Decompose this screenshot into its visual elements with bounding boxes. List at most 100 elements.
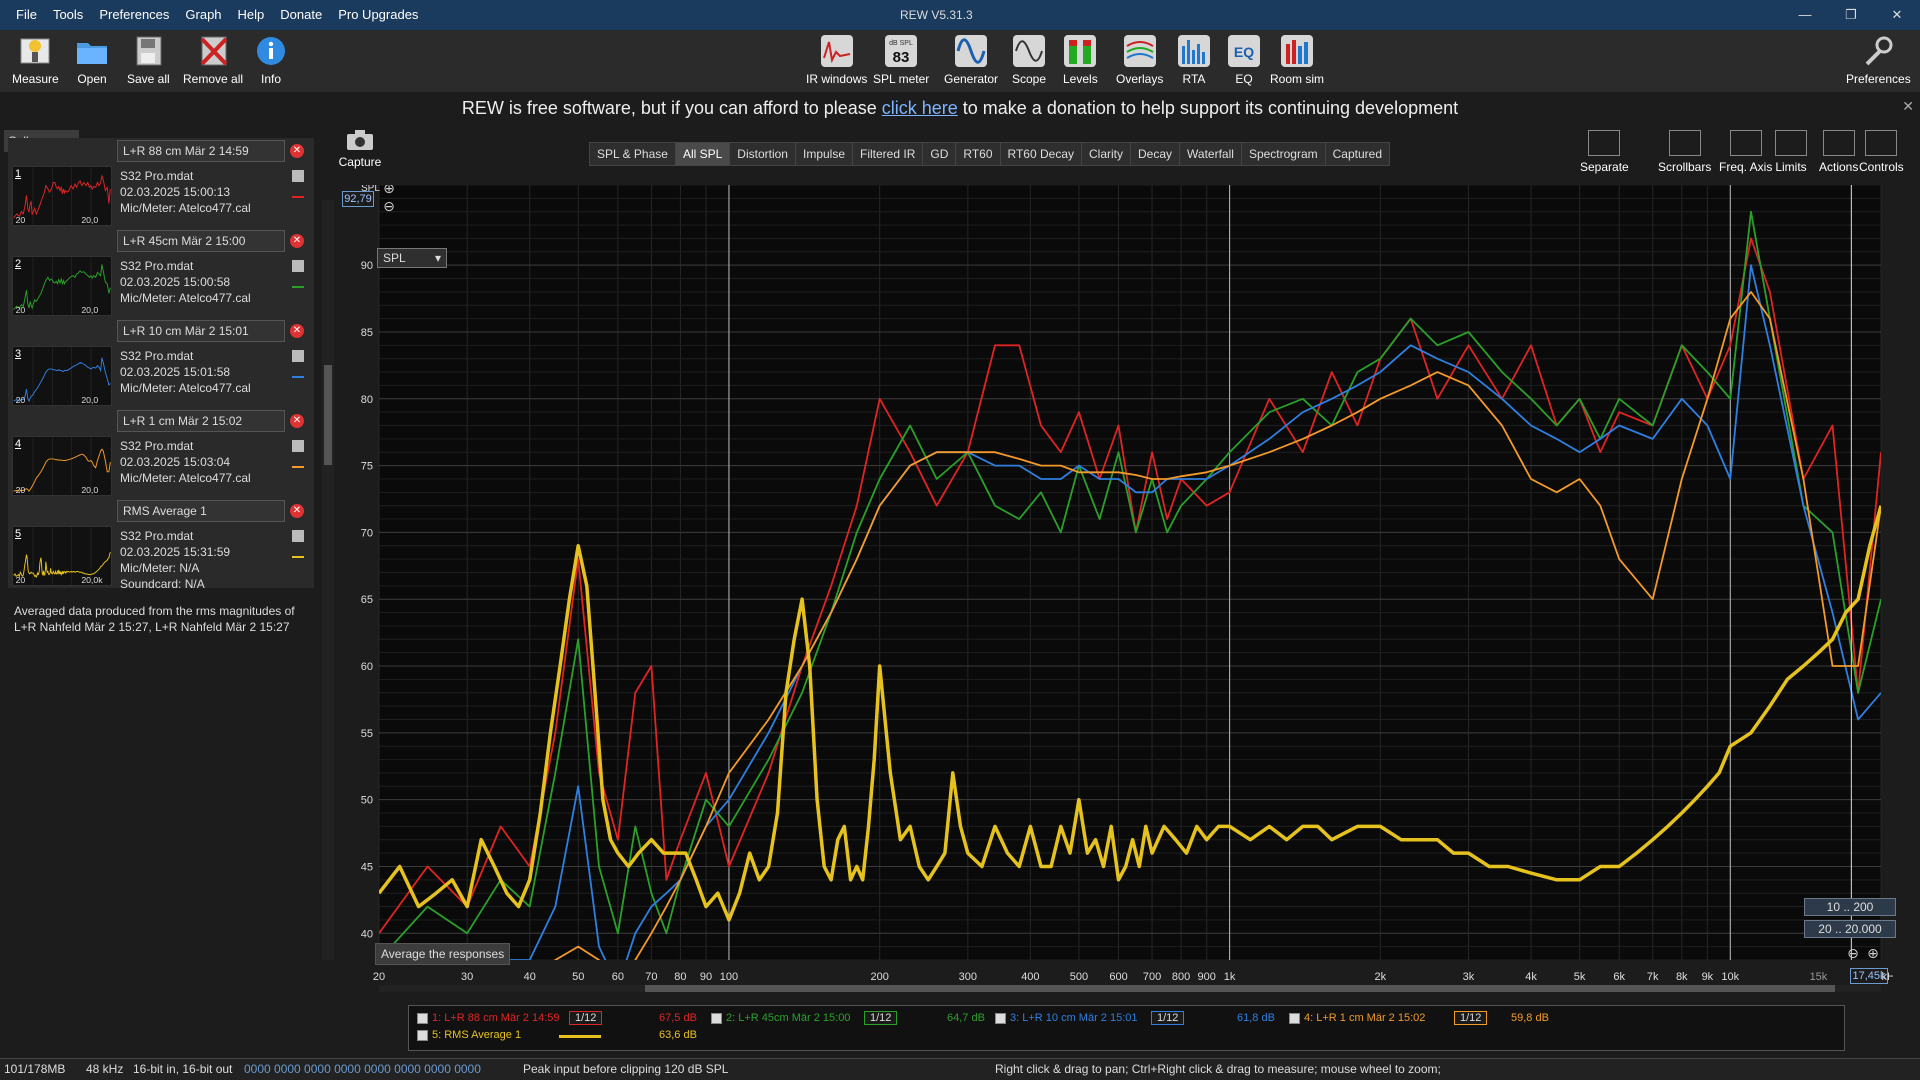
freq-axis-button[interactable]: Freq. Axis: [1719, 130, 1772, 174]
minimize-button[interactable]: —: [1782, 0, 1828, 30]
eq-button[interactable]: EQ EQ: [1227, 34, 1261, 86]
tab-filtered-ir[interactable]: Filtered IR: [853, 143, 924, 165]
trace-color-icon[interactable]: [292, 186, 304, 198]
legend-checkbox[interactable]: [417, 1012, 428, 1024]
measurement-thumbnail[interactable]: 20 20,0: [12, 436, 112, 496]
remove-all-button[interactable]: Remove all: [183, 34, 243, 86]
measurement-card[interactable]: L+R 1 cm Mär 2 15:02 ✕ 20 20,0 4 S32 Pro.…: [8, 408, 314, 498]
measurement-thumbnail[interactable]: 20 20,0: [12, 346, 112, 406]
trace-color-icon[interactable]: [292, 366, 304, 378]
close-button[interactable]: ✕: [1874, 0, 1920, 30]
trace-color-icon[interactable]: [292, 456, 304, 468]
info-button[interactable]: Info: [254, 34, 288, 86]
legend-smoothing[interactable]: 1/12: [1454, 1011, 1488, 1025]
legend-entry[interactable]: 5: RMS Average 1: [417, 1029, 521, 1041]
menu-tools[interactable]: Tools: [45, 0, 91, 30]
delete-measurement-icon[interactable]: ✕: [290, 234, 304, 248]
measurement-thumbnail[interactable]: 20 20,0: [12, 256, 112, 316]
range-20-20000-button[interactable]: 20 .. 20.000: [1804, 920, 1896, 938]
measurement-name-field[interactable]: L+R 45cm Mär 2 15:00: [117, 230, 285, 252]
h-scrollbar-thumb[interactable]: [645, 985, 1835, 992]
levels-button[interactable]: Levels: [1063, 34, 1098, 86]
menu-graph[interactable]: Graph: [177, 0, 229, 30]
controls-button[interactable]: Controls: [1859, 130, 1904, 174]
range-10-200-button[interactable]: 10 .. 200: [1804, 898, 1896, 916]
menu-donate[interactable]: Donate: [272, 0, 330, 30]
ir-windows-button[interactable]: IR windows: [806, 34, 867, 86]
tab-decay[interactable]: Decay: [1131, 143, 1181, 165]
delete-measurement-icon[interactable]: ✕: [290, 504, 304, 518]
spl-meter-button[interactable]: dB SPL 83 SPL meter: [873, 34, 929, 86]
preferences-button[interactable]: Preferences: [1846, 34, 1911, 86]
menu-file[interactable]: File: [8, 0, 45, 30]
banner-close-icon[interactable]: ✕: [1902, 98, 1914, 115]
edit-notes-icon[interactable]: [292, 260, 304, 272]
actions-button[interactable]: Actions: [1819, 130, 1858, 174]
spl-chart[interactable]: 4045505560657075808590SPL20 30 40 50 60 70 80 9…: [335, 185, 1893, 995]
capture-button[interactable]: Capture: [335, 128, 385, 169]
measurement-name-field[interactable]: L+R 88 cm Mär 2 14:59: [117, 140, 285, 162]
tab-rt60-decay[interactable]: RT60 Decay: [1001, 143, 1082, 165]
zoom-out-icon[interactable]: ⊖: [1847, 946, 1859, 962]
legend-smoothing[interactable]: 1/12: [569, 1011, 603, 1025]
measurement-card[interactable]: L+R 10 cm Mär 2 15:01 ✕ 20 20,0 3 S32 Pro…: [8, 318, 314, 408]
measurement-thumbnail[interactable]: 20 20,0k: [12, 526, 112, 586]
trace-color-icon[interactable]: [292, 276, 304, 288]
tab-all-spl[interactable]: All SPL: [675, 143, 731, 165]
measurement-thumbnail[interactable]: 20 20,0: [12, 166, 112, 226]
edit-notes-icon[interactable]: [292, 350, 304, 362]
measure-button[interactable]: Measure: [12, 34, 59, 86]
scrollbar-thumb[interactable]: [324, 365, 332, 465]
legend-checkbox[interactable]: [417, 1029, 428, 1041]
spl-dropdown[interactable]: SPL ▾: [377, 248, 447, 268]
legend-entry[interactable]: 1: L+R 88 cm Mär 2 14:59: [417, 1012, 559, 1024]
measurement-name-field[interactable]: L+R 1 cm Mär 2 15:02: [117, 410, 285, 432]
tab-impulse[interactable]: Impulse: [796, 143, 854, 165]
open-button[interactable]: Open: [75, 34, 109, 86]
delete-measurement-icon[interactable]: ✕: [290, 414, 304, 428]
menu-pro-upgrades[interactable]: Pro Upgrades: [330, 0, 426, 30]
edit-notes-icon[interactable]: [292, 440, 304, 452]
legend-entry[interactable]: 2: L+R 45cm Mär 2 15:00: [711, 1012, 850, 1024]
separate-button[interactable]: Separate: [1580, 130, 1629, 174]
legend-checkbox[interactable]: [995, 1012, 1006, 1024]
legend-checkbox[interactable]: [711, 1012, 722, 1024]
limits-button[interactable]: Limits: [1775, 130, 1807, 174]
tab-gd[interactable]: GD: [923, 143, 957, 165]
donate-link[interactable]: click here: [882, 98, 958, 118]
delete-measurement-icon[interactable]: ✕: [290, 324, 304, 338]
scope-button[interactable]: Scope: [1012, 34, 1046, 86]
restore-button[interactable]: ❐: [1828, 0, 1874, 30]
measurement-card[interactable]: L+R 45cm Mär 2 15:00 ✕ 20 20,0 2 S32 Pro.…: [8, 228, 314, 318]
edit-notes-icon[interactable]: [292, 170, 304, 182]
rta-button[interactable]: RTA: [1177, 34, 1211, 86]
edit-notes-icon[interactable]: [292, 530, 304, 542]
legend-entry[interactable]: 3: L+R 10 cm Mär 2 15:01: [995, 1012, 1137, 1024]
trace-color-icon[interactable]: [292, 546, 304, 558]
legend-checkbox[interactable]: [1289, 1012, 1300, 1024]
menu-help[interactable]: Help: [230, 0, 273, 30]
scrollbars-button[interactable]: Scrollbars: [1658, 130, 1711, 174]
tab-waterfall[interactable]: Waterfall: [1180, 143, 1242, 165]
tab-spl-phase[interactable]: SPL & Phase: [590, 143, 676, 165]
measurement-card[interactable]: L+R 88 cm Mär 2 14:59 ✕ 20 20,0 1 S32 Pro…: [8, 138, 314, 228]
tab-clarity[interactable]: Clarity: [1082, 143, 1132, 165]
overlays-button[interactable]: Overlays: [1116, 34, 1163, 86]
measurement-name-field[interactable]: L+R 10 cm Mär 2 15:01: [117, 320, 285, 342]
tab-distortion[interactable]: Distortion: [730, 143, 796, 165]
zoom-in-icon[interactable]: ⊕: [383, 185, 395, 197]
zoom-out-icon[interactable]: ⊖: [383, 199, 395, 215]
tab-captured[interactable]: Captured: [1326, 143, 1389, 165]
panel-scrollbar[interactable]: [322, 200, 334, 960]
measurement-name-field[interactable]: RMS Average 1: [117, 500, 285, 522]
save-all-button[interactable]: Save all: [127, 34, 170, 86]
average-responses-button[interactable]: Average the responses: [375, 943, 511, 965]
tab-spectrogram[interactable]: Spectrogram: [1242, 143, 1326, 165]
delete-measurement-icon[interactable]: ✕: [290, 144, 304, 158]
generator-button[interactable]: Generator: [944, 34, 998, 86]
zoom-in-icon[interactable]: ⊕: [1867, 946, 1879, 962]
legend-entry[interactable]: 4: L+R 1 cm Mär 2 15:02: [1289, 1012, 1425, 1024]
measurement-card[interactable]: RMS Average 1 ✕ 20 20,0k 5 S32 Pro.mdat 02…: [8, 498, 314, 591]
room-sim-button[interactable]: Room sim: [1270, 34, 1324, 86]
tab-rt60[interactable]: RT60: [956, 143, 1001, 165]
